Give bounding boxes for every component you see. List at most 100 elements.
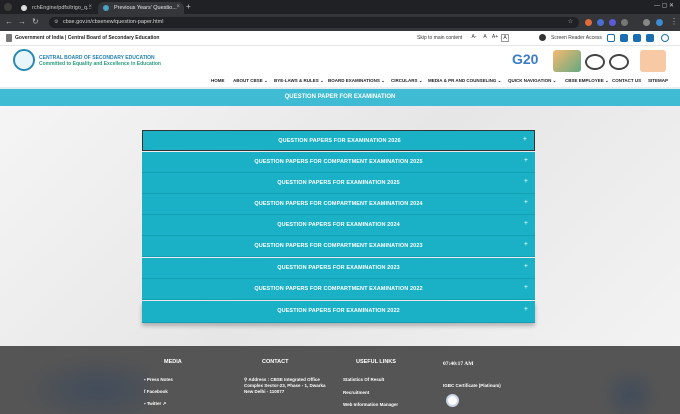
- new-tab-button[interactable]: +: [186, 2, 191, 11]
- font-normal-button[interactable]: A: [481, 34, 489, 42]
- plus-icon: +: [523, 220, 528, 227]
- g20-logo: G20: [512, 51, 539, 67]
- twitter-link[interactable]: ▪ Twitter ↗: [144, 401, 166, 407]
- site-header: CENTRAL BOARD OF SECONDARY EDUCATION Com…: [0, 46, 680, 76]
- tab-pdf[interactable]: rchEngine/pdfs/trigo_q... ×: [16, 2, 96, 14]
- swachh-bharat-logo: [609, 54, 629, 70]
- browser-toolbar: ← → ↻ ⚙ cbse.gov.in/cbsenew/question-pap…: [0, 14, 680, 31]
- extension-icon[interactable]: [609, 19, 616, 26]
- swachh-bharat-logo: [585, 54, 605, 70]
- nav-sitemap[interactable]: SITEMAP: [648, 78, 668, 83]
- emblem-icon: [6, 34, 12, 42]
- useful-links-heading: USEFUL LINKS: [356, 359, 396, 365]
- org-tagline: Committed to Equality and Excellence in …: [39, 61, 161, 67]
- recruitment-link[interactable]: Recruitment: [343, 390, 369, 396]
- igbc-badge-icon[interactable]: [446, 394, 459, 407]
- settings-icon[interactable]: [661, 34, 669, 42]
- nav-cbse-employee[interactable]: CBSE EMPLOYEE ⌄: [565, 78, 609, 84]
- media-heading: MEDIA: [164, 359, 182, 365]
- anniversary-logo: [640, 50, 666, 72]
- tab-title: rchEngine/pdfs/trigo_q...: [32, 5, 92, 11]
- close-icon[interactable]: ×: [176, 4, 180, 10]
- site-info-icon[interactable]: ⚙: [54, 19, 58, 25]
- nav-circulars[interactable]: CIRCULARS ⌄: [391, 78, 423, 84]
- bookmark-star-icon[interactable]: ☆: [568, 18, 573, 25]
- nav-about[interactable]: ABOUT CBSE ⌄: [233, 78, 268, 84]
- statistics-link[interactable]: Statistics Of Result: [343, 377, 384, 383]
- tab-search-icon[interactable]: [4, 3, 12, 11]
- accordion-item[interactable]: QUESTION PAPERS FOR EXAMINATION 2024 +: [142, 215, 535, 236]
- nav-home[interactable]: HOME: [211, 78, 225, 83]
- font-increase-button[interactable]: A+: [491, 34, 499, 42]
- page-banner: QUESTION PAPER FOR EXAMINATION: [0, 89, 680, 106]
- plus-icon: +: [523, 157, 528, 164]
- plus-icon: +: [523, 241, 528, 248]
- extension-icon[interactable]: [597, 19, 604, 26]
- forward-icon[interactable]: →: [18, 18, 26, 26]
- github-icon: [21, 5, 27, 11]
- extension-icon[interactable]: [585, 19, 592, 26]
- main-nav: HOME ABOUT CBSE ⌄ BYE-LAWS & RULES ⌄ BOA…: [0, 76, 680, 87]
- nav-quick-navigation[interactable]: QUICK NAVIGATION ⌄: [508, 78, 556, 84]
- twitter-icon[interactable]: [633, 34, 641, 42]
- contact-heading: CONTACT: [262, 359, 289, 365]
- youtube-icon[interactable]: [646, 34, 654, 42]
- url-text: cbse.gov.in/cbsenew/question-paper.html: [63, 19, 164, 25]
- menu-icon[interactable]: ⋮: [670, 18, 678, 26]
- tab-title: Previous Years' Questio...: [114, 5, 177, 11]
- org-title: CENTRAL BOARD OF SECONDARY EDUCATION Com…: [39, 55, 161, 67]
- accordion-item[interactable]: QUESTION PAPERS FOR COMPARTMENT EXAMINAT…: [142, 236, 535, 257]
- window-controls[interactable]: — ▢ ✕: [654, 2, 674, 9]
- nav-contact[interactable]: CONTACT US: [612, 78, 641, 83]
- screen-reader-link[interactable]: Screen Reader Access: [551, 35, 602, 41]
- web-information-manager-link[interactable]: Web Information Manager: [343, 402, 398, 408]
- browser-tab-bar: rchEngine/pdfs/trigo_q... × Previous Yea…: [0, 0, 680, 14]
- plus-icon: +: [523, 178, 528, 185]
- plus-icon: +: [523, 199, 528, 206]
- instagram-icon[interactable]: [607, 34, 615, 42]
- accordion-item[interactable]: QUESTION PAPERS FOR EXAMINATION 2022 +: [142, 301, 535, 323]
- plus-icon: +: [523, 306, 528, 313]
- press-notes-link[interactable]: ▪ Press Notes: [144, 377, 173, 383]
- accordion-item[interactable]: QUESTION PAPERS FOR COMPARTMENT EXAMINAT…: [142, 152, 535, 173]
- tab-question-papers[interactable]: Previous Years' Questio... ×: [98, 2, 184, 14]
- azadi-ka-amrit-mahotsav-logo: [553, 50, 581, 72]
- accordion-label: QUESTION PAPERS FOR COMPARTMENT EXAMINAT…: [254, 286, 423, 292]
- download-icon[interactable]: [643, 19, 650, 26]
- plus-icon: +: [523, 284, 528, 291]
- accordion-item[interactable]: QUESTION PAPERS FOR EXAMINATION 2026 +: [142, 130, 535, 151]
- gov-text: Government of India | Central Board of S…: [15, 35, 160, 41]
- reload-icon[interactable]: ↻: [32, 18, 39, 26]
- page-title: QUESTION PAPER FOR EXAMINATION: [284, 94, 396, 100]
- font-decrease-button[interactable]: A-: [470, 34, 478, 42]
- back-icon[interactable]: ←: [5, 18, 13, 26]
- nav-bye-laws[interactable]: BYE-LAWS & RULES ⌄: [274, 78, 324, 84]
- clock: 07:40:17 AM: [443, 361, 474, 367]
- accordion-item[interactable]: QUESTION PAPERS FOR COMPARTMENT EXAMINAT…: [142, 279, 535, 300]
- accordion-item[interactable]: QUESTION PAPERS FOR COMPARTMENT EXAMINAT…: [142, 194, 535, 215]
- accordion-label: QUESTION PAPERS FOR EXAMINATION 2026: [278, 138, 401, 144]
- plus-icon: +: [523, 263, 528, 270]
- content-area: QUESTION PAPERS FOR EXAMINATION 2026 + Q…: [0, 106, 680, 346]
- close-icon[interactable]: ×: [88, 4, 92, 10]
- accordion-item[interactable]: QUESTION PAPERS FOR EXAMINATION 2025 +: [142, 173, 535, 194]
- facebook-link[interactable]: f Facebook: [144, 389, 168, 395]
- facebook-icon[interactable]: [620, 34, 628, 42]
- skip-link[interactable]: Skip to main content: [417, 35, 462, 41]
- nav-board-exams[interactable]: BOARD EXAMINATIONS ⌄: [328, 78, 385, 84]
- accordion-label: QUESTION PAPERS FOR EXAMINATION 2022: [277, 308, 400, 314]
- contrast-button[interactable]: A: [501, 34, 509, 42]
- link-label: Facebook: [146, 389, 168, 394]
- nav-media[interactable]: MEDIA & PR AND COUNSELING ⌄: [428, 78, 501, 84]
- accordion-label: QUESTION PAPERS FOR EXAMINATION 2023: [277, 265, 400, 271]
- cbse-logo[interactable]: [13, 49, 35, 71]
- extensions-puzzle-icon[interactable]: [621, 19, 628, 26]
- accordion-label: QUESTION PAPERS FOR EXAMINATION 2025: [277, 180, 400, 186]
- accordion-item[interactable]: QUESTION PAPERS FOR EXAMINATION 2023 +: [142, 258, 535, 279]
- address-bar[interactable]: ⚙ cbse.gov.in/cbsenew/question-paper.htm…: [49, 17, 579, 28]
- screen-reader-icon[interactable]: [539, 34, 546, 41]
- site-footer: MEDIA ▪ Press Notes f Facebook ▪ Twitter…: [0, 346, 680, 414]
- profile-avatar[interactable]: [656, 19, 663, 26]
- igbc-certificate-label: IGBC Certificate (Platinum): [443, 383, 501, 388]
- external-link-icon: ↗: [161, 401, 167, 406]
